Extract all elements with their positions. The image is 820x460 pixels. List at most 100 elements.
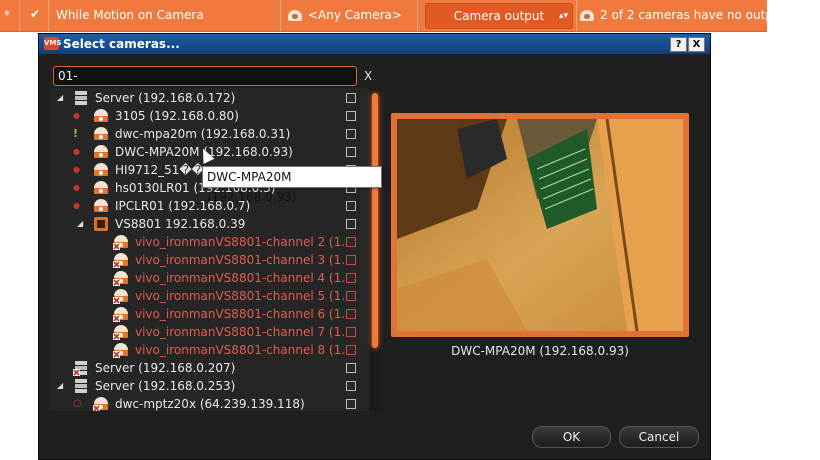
camera-node[interactable]: vivo_ironmanVS8801-channel 8 (1... xyxy=(51,341,381,359)
camera-node[interactable]: ● DWC-MPA20M (192.168.0.93) xyxy=(51,143,381,161)
divider xyxy=(280,0,281,31)
expand-collapse-icon[interactable]: ◢ xyxy=(57,89,67,107)
camera-node[interactable]: vivo_ironmanVS8801-channel 4 (1... xyxy=(51,269,381,287)
rule-star: * xyxy=(4,8,10,22)
select-checkbox[interactable] xyxy=(346,381,356,391)
output-status-text: 2 of 2 cameras have no output relays xyxy=(600,8,820,22)
camera-tree[interactable]: ◢ Server (192.168.0.172) ● 3105 (192.168.0.… xyxy=(51,88,381,411)
cancel-button[interactable]: Cancel xyxy=(619,426,699,448)
select-checkbox[interactable] xyxy=(346,255,356,265)
divider xyxy=(576,0,577,31)
node-label: vivo_ironmanVS8801-channel 4 (1... xyxy=(135,271,353,285)
server-icon xyxy=(75,379,87,393)
select-checkbox[interactable] xyxy=(346,363,356,373)
tree-scrollbar[interactable] xyxy=(369,88,381,411)
camera-offline-icon xyxy=(93,397,108,411)
status-dot-icon: ● xyxy=(73,147,80,156)
select-checkbox[interactable] xyxy=(346,219,356,229)
camera-icon xyxy=(94,181,108,194)
output-dropdown[interactable]: Camera output ▴▾ xyxy=(425,3,573,29)
select-checkbox[interactable] xyxy=(346,111,356,121)
status-ring-icon: ○ xyxy=(73,398,82,409)
camera-icon xyxy=(94,199,108,212)
scrollbar-thumb[interactable] xyxy=(372,93,378,348)
select-checkbox[interactable] xyxy=(346,237,356,247)
preview-caption: DWC-MPA20M (192.168.0.93) xyxy=(451,344,629,358)
select-checkbox[interactable] xyxy=(346,291,356,301)
dialog-titlebar: VMS Select cameras... ? X xyxy=(39,34,710,54)
preview-scene xyxy=(397,119,683,331)
select-checkbox[interactable] xyxy=(346,93,356,103)
encoder-icon xyxy=(94,217,108,231)
node-label: vivo_ironmanVS8801-channel 2 (1... xyxy=(135,235,353,249)
camera-node[interactable]: vivo_ironmanVS8801-channel 6 (1... xyxy=(51,305,381,323)
camera-node[interactable]: vivo_ironmanVS8801-channel 2 (1... xyxy=(51,233,381,251)
node-label: vivo_ironmanVS8801-channel 6 (1... xyxy=(135,307,353,321)
ok-button[interactable]: OK xyxy=(532,426,611,448)
output-dropdown-label: Camera output xyxy=(453,9,545,23)
node-label: HI9712_51�� xyxy=(115,163,204,177)
camera-node[interactable]: vivo_ironmanVS8801-channel 3 (1... xyxy=(51,251,381,269)
camera-offline-icon xyxy=(113,271,128,286)
server-icon xyxy=(75,91,87,105)
status-dot-icon: ● xyxy=(73,111,80,120)
encoder-node[interactable]: ◢ VS8801 192.168.0.39 xyxy=(51,215,381,233)
camera-selector-label: <Any Camera> xyxy=(308,8,402,22)
status-dot-icon: ● xyxy=(73,165,80,174)
node-label: dwc-mptz20x (64.239.139.118) xyxy=(115,397,305,411)
help-button[interactable]: ? xyxy=(670,37,687,52)
node-label: vivo_ironmanVS8801-channel 8 (1... xyxy=(135,343,353,357)
camera-node[interactable]: ! dwc-mpa20m (192.168.0.31) xyxy=(51,125,381,143)
camera-offline-icon xyxy=(113,289,128,304)
server-node[interactable]: Server (192.168.0.207) xyxy=(51,359,381,377)
camera-selector[interactable]: <Any Camera> xyxy=(288,0,402,31)
node-label: VS8801 192.168.0.39 xyxy=(115,217,246,231)
camera-node[interactable]: ○ dwc-mptz20x (64.239.139.118) xyxy=(51,395,381,411)
divider xyxy=(417,0,418,31)
server-node[interactable]: ◢ Server (192.168.0.253) xyxy=(51,377,381,395)
app-logo-icon: VMS xyxy=(44,37,61,50)
select-checkbox[interactable] xyxy=(346,129,356,139)
node-label: dwc-mpa20m (192.168.0.31) xyxy=(115,127,291,141)
select-checkbox[interactable] xyxy=(346,345,356,355)
camera-offline-icon xyxy=(113,235,128,250)
divider xyxy=(48,0,49,31)
status-dot-icon: ● xyxy=(73,201,80,210)
node-label: 3105 (192.168.0.80) xyxy=(115,109,239,123)
camera-offline-icon xyxy=(113,253,128,268)
select-checkbox[interactable] xyxy=(346,327,356,337)
camera-offline-icon xyxy=(113,307,128,322)
camera-node[interactable]: vivo_ironmanVS8801-channel 5 (1... xyxy=(51,287,381,305)
node-label: vivo_ironmanVS8801-channel 5 (1... xyxy=(135,289,353,303)
dialog-title: Select cameras... xyxy=(63,37,180,51)
select-checkbox[interactable] xyxy=(346,399,356,409)
camera-offline-icon xyxy=(113,343,128,358)
node-label: vivo_ironmanVS8801-channel 7 (1... xyxy=(135,325,353,339)
camera-search-input[interactable]: 01- xyxy=(53,66,357,86)
select-checkbox[interactable] xyxy=(346,273,356,283)
server-node[interactable]: ◢ Server (192.168.0.172) xyxy=(51,89,381,107)
close-button[interactable]: X xyxy=(688,37,705,52)
expand-collapse-icon[interactable]: ◢ xyxy=(57,377,67,395)
camera-preview-image xyxy=(397,119,683,331)
rule-bar: * ✔ While Motion on Camera <Any Camera> … xyxy=(0,0,820,32)
camera-icon xyxy=(94,109,108,122)
server-icon xyxy=(73,361,87,376)
chevron-updown-icon: ▴▾ xyxy=(558,11,568,21)
output-status: 2 of 2 cameras have no output relays xyxy=(580,0,820,31)
camera-icon xyxy=(94,127,108,140)
clear-search-button[interactable]: X xyxy=(364,69,372,83)
enabled-checkbox[interactable]: ✔ xyxy=(28,7,42,21)
condition-label[interactable]: While Motion on Camera xyxy=(56,0,204,31)
node-label: Server (192.168.0.253) xyxy=(95,379,236,393)
expand-collapse-icon[interactable]: ◢ xyxy=(77,215,87,233)
camera-icon xyxy=(94,163,108,176)
select-checkbox[interactable] xyxy=(346,309,356,319)
node-label: vivo_ironmanVS8801-channel 3 (1... xyxy=(135,253,353,267)
divider xyxy=(19,0,20,31)
camera-node[interactable]: ● 3105 (192.168.0.80) xyxy=(51,107,381,125)
select-checkbox[interactable] xyxy=(346,147,356,157)
select-checkbox[interactable] xyxy=(346,201,356,211)
camera-tooltip: DWC-MPA20M (192.168.0.93) xyxy=(202,166,382,204)
camera-node[interactable]: vivo_ironmanVS8801-channel 7 (1... xyxy=(51,323,381,341)
